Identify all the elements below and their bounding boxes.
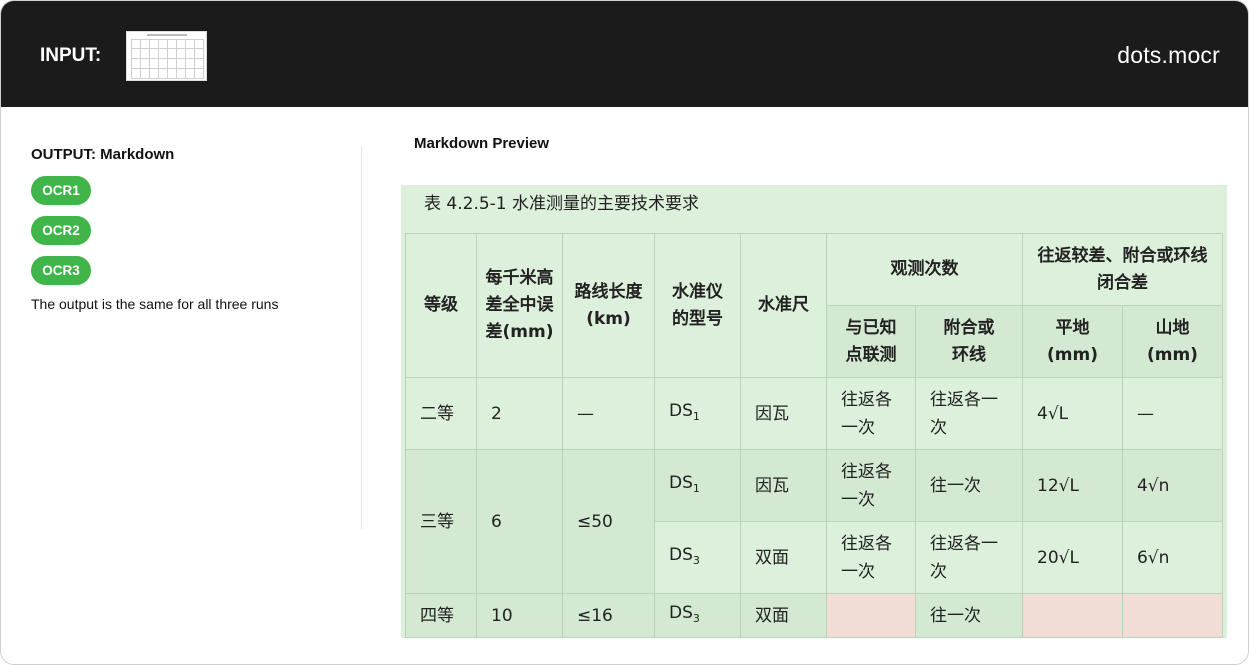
cell-mountain: 6√n — [1121, 521, 1223, 594]
cell-instrument: DS1 — [654, 449, 741, 522]
header-row: 等级 每千米高差全中误差(mm) 路线长度(km) 水准仪的型号 水准尺 观测次… — [405, 233, 1223, 378]
ocr1-button[interactable]: OCR1 — [31, 176, 91, 205]
cell-route: ≤50 — [562, 449, 655, 594]
header-rod: 水准尺 — [740, 233, 827, 378]
cell-rod: 双面 — [740, 521, 827, 594]
markdown-preview: 表 4.2.5-1 水准测量的主要技术要求 等级 每千米高差全中误差(mm) 路… — [401, 185, 1227, 638]
brand-logo: dots.mocr — [1117, 42, 1220, 68]
cell-route: — — [562, 377, 655, 450]
output-label: OUTPUT: Markdown — [31, 146, 175, 163]
header-grade: 等级 — [405, 233, 477, 378]
cell-error: 6 — [476, 449, 563, 594]
cell-rod: 因瓦 — [740, 449, 827, 522]
thumbnail-table — [131, 39, 204, 79]
instrument-sub: 1 — [692, 409, 700, 423]
cell-instrument: DS3 — [654, 521, 741, 594]
header-flat: 平地(mm) — [1022, 305, 1123, 378]
cell-closed: 往一次 — [915, 593, 1023, 638]
cell-closed: 往返各一次 — [915, 377, 1023, 450]
cell-rod: 因瓦 — [740, 377, 827, 450]
runs-note: The output is the same for all three run… — [31, 296, 279, 312]
header-route: 路线长度(km) — [562, 233, 655, 378]
cell-instrument: DS1 — [654, 377, 741, 450]
input-image-thumbnail[interactable] — [126, 31, 207, 81]
cell-closed: 往一次 — [915, 449, 1023, 522]
table-row: 四等 10 ≤16 DS3 双面 往一次 — [405, 593, 1223, 638]
top-bar: INPUT: dots.mocr — [1, 1, 1248, 107]
cell-known: 往返各一次 — [826, 521, 916, 594]
cell-instrument: DS3 — [654, 593, 741, 638]
cell-known: 往返各一次 — [826, 377, 916, 450]
header-known-point: 与已知点联测 — [826, 305, 916, 378]
instrument-base: DS — [669, 400, 693, 421]
cell-grade: 三等 — [405, 449, 477, 594]
cell-flat: 4√L — [1022, 377, 1123, 450]
header-attached: 附合或环线 — [915, 305, 1023, 378]
requirements-table: 等级 每千米高差全中误差(mm) 路线长度(km) 水准仪的型号 水准尺 观测次… — [405, 233, 1223, 638]
cell-flat: 12√L — [1022, 449, 1123, 522]
cell-mountain: — — [1121, 377, 1223, 450]
cell-error: 10 — [476, 593, 563, 638]
instrument-base: DS — [669, 602, 693, 623]
instrument-sub: 1 — [692, 481, 700, 495]
header-instrument: 水准仪的型号 — [654, 233, 741, 378]
ocr3-button[interactable]: OCR3 — [31, 256, 91, 285]
header-mountain: 山地(mm) — [1121, 305, 1223, 378]
table-caption: 表 4.2.5-1 水准测量的主要技术要求 — [424, 194, 700, 214]
header-observations: 观测次数 — [826, 233, 1023, 306]
cell-mountain: 4√n — [1121, 449, 1223, 522]
input-label: INPUT: — [40, 45, 102, 66]
output-panel: OUTPUT: Markdown OCR1 OCR2 OCR3 The outp… — [31, 146, 351, 312]
cell-rod: 双面 — [740, 593, 827, 638]
header-error: 每千米高差全中误差(mm) — [476, 233, 563, 378]
cell-grade: 四等 — [405, 593, 477, 638]
cell-mountain-missing — [1121, 593, 1223, 638]
instrument-sub: 3 — [692, 611, 700, 625]
cell-closed: 往返各一次 — [915, 521, 1023, 594]
ocr2-button[interactable]: OCR2 — [31, 216, 91, 245]
cell-route: ≤16 — [562, 593, 655, 638]
table-row: 三等 6 ≤50 DS1 因瓦 往返各一次 往一次 12√L 4√n — [405, 449, 1223, 594]
instrument-base: DS — [669, 544, 693, 565]
preview-title: Markdown Preview — [414, 135, 550, 152]
cell-grade: 二等 — [405, 377, 477, 450]
app-window: INPUT: dots.mocr OUTPUT: Markdown OCR1 O… — [0, 0, 1249, 665]
cell-known-missing — [826, 593, 916, 638]
table-row: 二等 2 — DS1 因瓦 往返各一次 往返各一次 4√L — — [405, 377, 1223, 450]
cell-flat: 20√L — [1022, 521, 1123, 594]
instrument-base: DS — [669, 472, 693, 493]
header-closure: 往返较差、附合或环线闭合差 — [1022, 233, 1223, 306]
cell-known: 往返各一次 — [826, 449, 916, 522]
cell-error: 2 — [476, 377, 563, 450]
instrument-sub: 3 — [692, 553, 700, 567]
panel-divider — [361, 146, 362, 529]
thumbnail-caption-line — [147, 34, 187, 36]
cell-flat-missing — [1022, 593, 1123, 638]
